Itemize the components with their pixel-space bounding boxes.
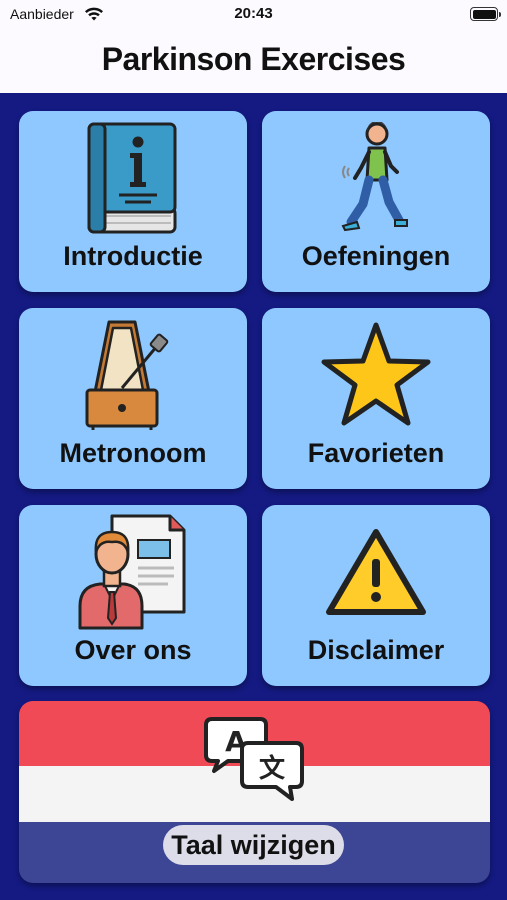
- change-language-label: Taal wijzigen: [163, 825, 344, 865]
- main-menu: Introductie Oefeningen Metronoom Favorie…: [0, 93, 507, 900]
- status-time: 20:43: [234, 5, 273, 22]
- about-tile[interactable]: Over ons: [19, 505, 247, 686]
- disclaimer-tile[interactable]: Disclaimer: [262, 505, 490, 686]
- svg-text:文: 文: [259, 753, 286, 784]
- favorites-label: Favorieten: [307, 438, 445, 468]
- info-book-icon: [87, 122, 177, 234]
- battery-icon: [470, 7, 501, 21]
- exercises-tile[interactable]: Oefeningen: [262, 111, 490, 292]
- disclaimer-label: Disclaimer: [307, 635, 445, 665]
- change-language-tile[interactable]: A 文 Taal wijzigen: [19, 701, 490, 883]
- page-title: Parkinson Exercises: [101, 41, 406, 77]
- introduction-label: Introductie: [63, 241, 203, 271]
- metronome-icon: [85, 320, 169, 430]
- translate-icon: A 文: [204, 717, 304, 801]
- status-bar: Aanbieder 20:43: [0, 0, 507, 30]
- star-icon: [321, 322, 431, 426]
- app-header: Parkinson Exercises: [0, 30, 507, 93]
- metronome-tile[interactable]: Metronoom: [19, 308, 247, 489]
- walking-person-icon: [341, 122, 408, 232]
- metronome-label: Metronoom: [59, 438, 207, 468]
- about-label: Over ons: [74, 635, 192, 665]
- exercises-label: Oefeningen: [301, 241, 451, 271]
- person-document-icon: [78, 514, 186, 630]
- warning-icon: [326, 529, 426, 615]
- favorites-tile[interactable]: Favorieten: [262, 308, 490, 489]
- introduction-tile[interactable]: Introductie: [19, 111, 247, 292]
